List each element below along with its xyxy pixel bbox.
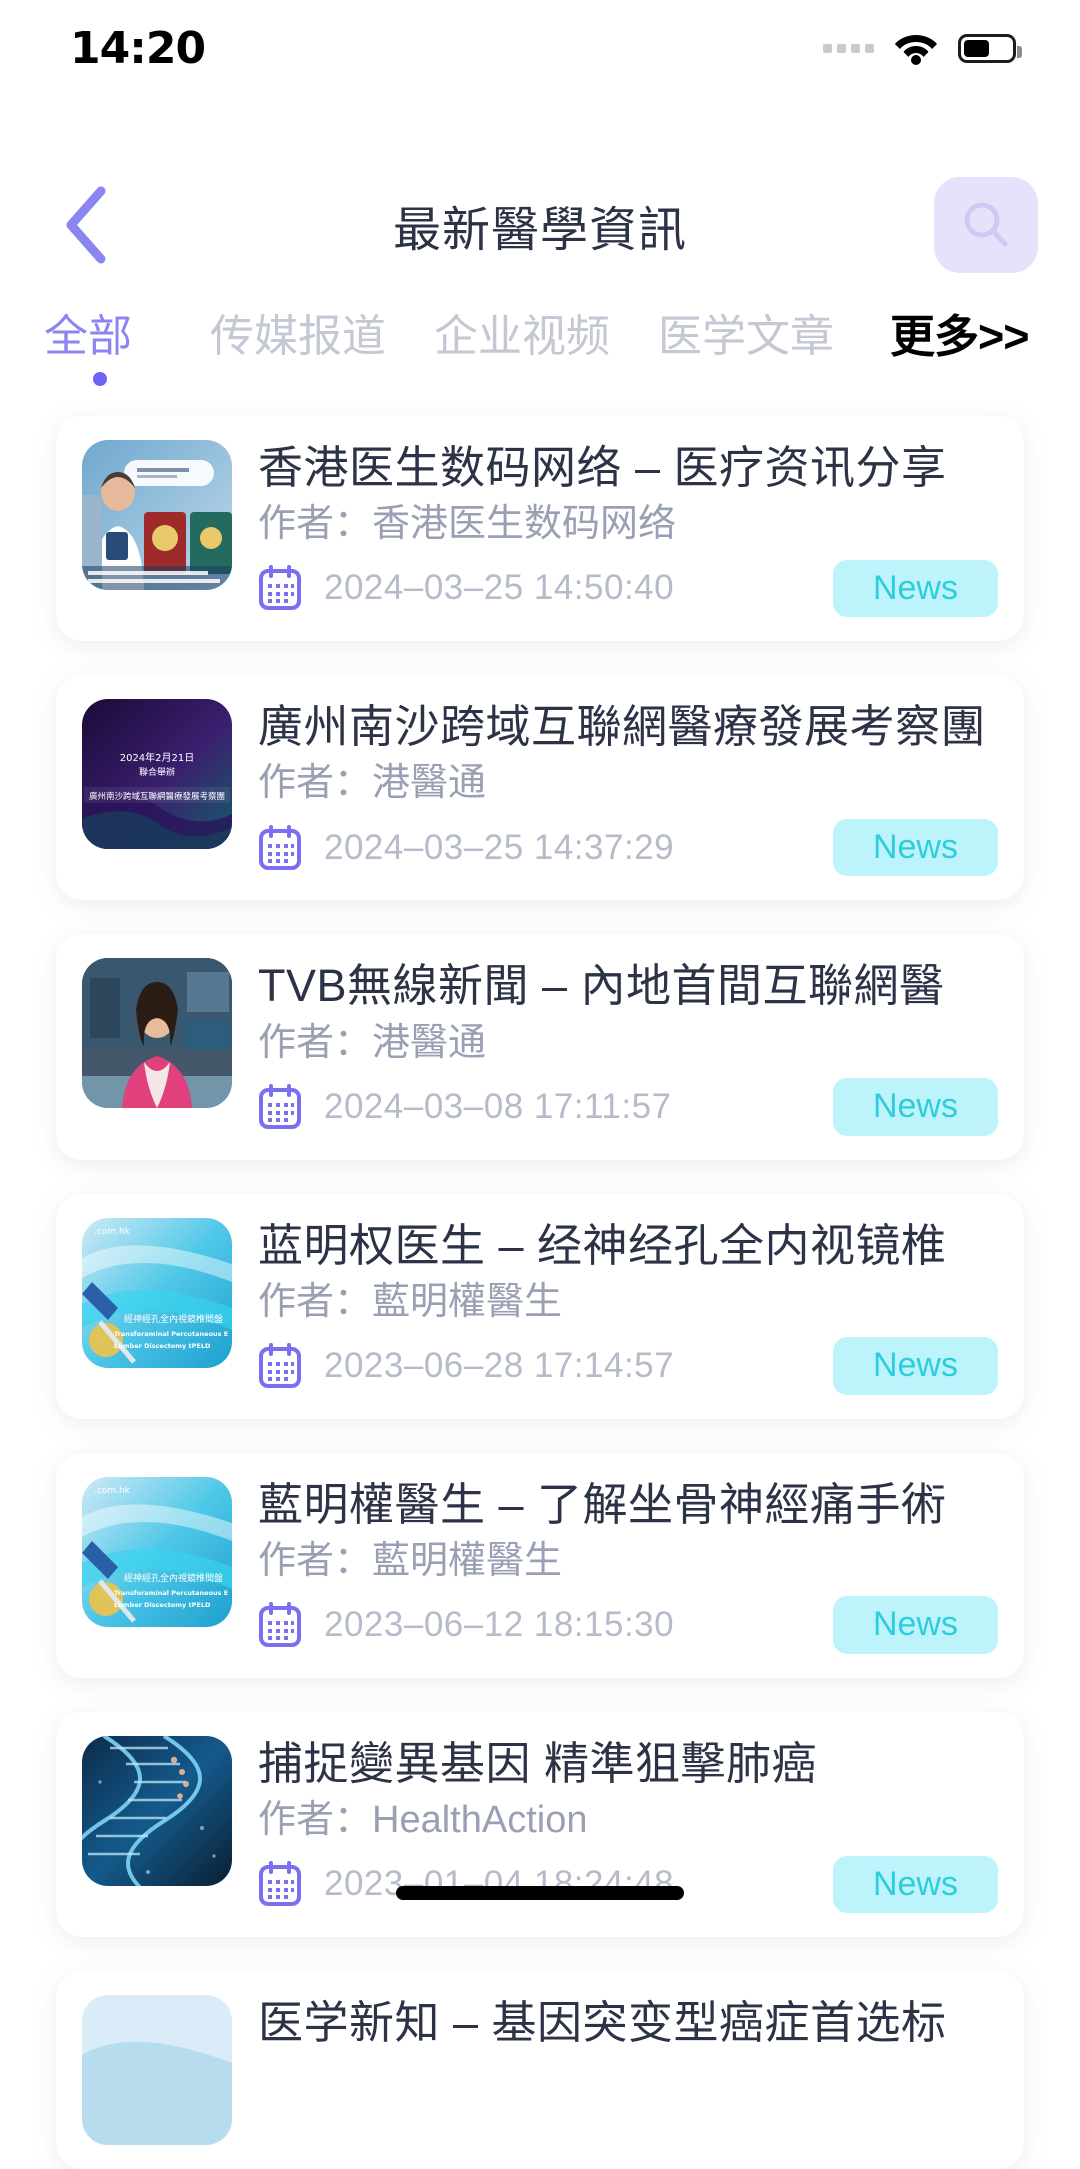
- article-meta: 2023–06–28 17:14:57 News: [258, 1337, 998, 1395]
- list-item[interactable]: 医学新知 – 基因突变型癌症首选标: [56, 1971, 1024, 2169]
- article-date: 2024–03–25 14:50:40: [324, 568, 675, 608]
- tv-news-anchor-thumbnail: [82, 958, 232, 1109]
- article-thumbnail: 2024年2月21日 聯合舉辦 廣州南沙跨域互聯網醫療發展考察團: [82, 699, 232, 850]
- article-list: 香港医生数码网络 – 医疗资讯分享 作者：香港医生数码网络 2024–03–25…: [0, 416, 1080, 2169]
- article-thumbnail: [82, 958, 232, 1109]
- article-author: 作者：藍明權醫生: [258, 1280, 563, 1323]
- tab-all[interactable]: 全部: [44, 306, 156, 386]
- list-item[interactable]: 捕捉變異基因 精準狙擊肺癌 作者：HealthAction 2023–01–04…: [56, 1711, 1024, 1938]
- article-meta: 2024–03–08 17:11:57 News: [258, 1078, 998, 1136]
- article-thumbnail: [82, 1995, 232, 2146]
- calendar-icon: [259, 565, 301, 611]
- svg-text:.com.hk: .com.hk: [94, 1486, 131, 1496]
- tab-medical-articles[interactable]: 医学文章: [634, 306, 858, 368]
- article-date: 2023–06–28 17:14:57: [324, 1345, 675, 1385]
- category-tabs: 全部 传媒报道 企业视频 医学文章 更多>>: [0, 306, 1080, 386]
- svg-text:2024年2月21日: 2024年2月21日: [120, 751, 195, 764]
- active-tab-indicator: [93, 372, 107, 386]
- article-content: 香港医生数码网络 – 医疗资讯分享 作者：香港医生数码网络 2024–03–25…: [258, 440, 998, 618]
- page-title: 最新醫學資訊: [392, 204, 687, 257]
- status-bar: 14:20: [0, 0, 1080, 96]
- calendar-icon: [259, 824, 301, 870]
- status-time: 14:20: [70, 22, 206, 74]
- article-date: 2023–06–12 18:15:30: [324, 1605, 675, 1645]
- article-title: 捕捉變異基因 精準狙擊肺癌: [258, 1737, 818, 1789]
- article-author: 作者：HealthAction: [258, 1799, 588, 1842]
- search-button[interactable]: [934, 177, 1038, 273]
- calendar-icon: [259, 1861, 301, 1907]
- article-title: 廣州南沙跨域互聯網醫療發展考察團: [258, 701, 987, 753]
- tab-more[interactable]: 更多>>: [866, 306, 1053, 368]
- status-badge: News: [832, 818, 998, 877]
- medical-news-thumbnail: [82, 1995, 232, 2146]
- list-item[interactable]: 香港医生数码网络 – 医疗资讯分享 作者：香港医生数码网络 2024–03–25…: [56, 416, 1024, 642]
- status-badge: News: [832, 1337, 998, 1395]
- home-indicator: [396, 1886, 684, 1900]
- app-header: 最新醫學資訊: [0, 150, 1080, 300]
- spine-surgery-blue-thumbnail: .com.hk 經神經孔全內視鏡椎間盤 Transforaminal Percu…: [82, 1217, 232, 1368]
- article-title: 香港医生数码网络 – 医疗资讯分享: [258, 442, 947, 493]
- article-thumbnail: .com.hk 經神經孔全內視鏡椎間盤 Transforaminal Percu…: [82, 1217, 232, 1368]
- calendar-icon: [259, 1083, 301, 1129]
- article-content: TVB無線新聞 – 內地首間互聯網醫 作者：港醫通 2024–03–08 17:…: [258, 958, 998, 1136]
- svg-text:經神經孔全內視鏡椎間盤: 經神經孔全內視鏡椎間盤: [124, 1572, 223, 1584]
- svg-text:Lumber Discectomy tPELD: Lumber Discectomy tPELD: [114, 1342, 211, 1350]
- tab-media-reports[interactable]: 传媒报道: [186, 306, 410, 368]
- article-meta: 2024–03–25 14:50:40 News: [258, 559, 998, 618]
- dna-helix-thumbnail: [82, 1735, 232, 1886]
- svg-text:Lumber Discectomy tPELD: Lumber Discectomy tPELD: [114, 1601, 211, 1609]
- status-badge: News: [832, 559, 998, 618]
- svg-text:Transforaminal Percutaneous E: Transforaminal Percutaneous E: [114, 1330, 228, 1338]
- article-meta: 2023–06–12 18:15:30 News: [258, 1596, 998, 1654]
- article-meta: 2023–01–04 18:24:48 News: [258, 1855, 998, 1914]
- calendar-icon: [259, 1342, 301, 1388]
- article-thumbnail: [82, 440, 232, 590]
- calendar-icon: [259, 1602, 301, 1648]
- article-content: 医学新知 – 基因突变型癌症首选标: [258, 1995, 998, 2049]
- battery-icon: [958, 33, 1022, 63]
- article-title: 藍明權醫生 – 了解坐骨神經痛手術: [258, 1478, 947, 1530]
- status-badge: News: [832, 1596, 998, 1654]
- chevron-left-icon: [66, 186, 106, 264]
- back-button[interactable]: [42, 177, 132, 273]
- article-meta: 2024–03–25 14:37:29 News: [258, 818, 998, 877]
- article-title: TVB無線新聞 – 內地首間互聯網醫: [258, 960, 945, 1012]
- svg-text:.com.hk: .com.hk: [94, 1227, 131, 1237]
- list-item[interactable]: 2024年2月21日 聯合舉辦 廣州南沙跨域互聯網醫療發展考察團 廣州南沙跨域互…: [56, 675, 1024, 901]
- wifi-icon: [895, 35, 937, 65]
- article-title: 蓝明权医生 – 经神经孔全内视镜椎: [258, 1219, 947, 1271]
- list-item[interactable]: TVB無線新聞 – 內地首間互聯網醫 作者：港醫通 2024–03–08 17:…: [56, 934, 1024, 1160]
- doctor-id-cards-thumbnail: [82, 440, 232, 590]
- article-thumbnail: .com.hk 經神經孔全內視鏡椎間盤 Transforaminal Percu…: [82, 1476, 232, 1627]
- article-author: 作者：藍明權醫生: [258, 1539, 563, 1582]
- article-date: 2024–03–25 14:37:29: [324, 827, 675, 867]
- purple-conference-poster-thumbnail: 2024年2月21日 聯合舉辦 廣州南沙跨域互聯網醫療發展考察團: [82, 699, 232, 850]
- list-item[interactable]: .com.hk 經神經孔全內視鏡椎間盤 Transforaminal Percu…: [56, 1452, 1024, 1678]
- status-badge: News: [832, 1078, 998, 1136]
- svg-text:聯合舉辦: 聯合舉辦: [139, 766, 175, 778]
- article-content: 藍明權醫生 – 了解坐骨神經痛手術 作者：藍明權醫生 2023–06–12 18…: [258, 1477, 998, 1654]
- svg-text:Transforaminal Percutaneous E: Transforaminal Percutaneous E: [114, 1589, 228, 1597]
- svg-text:經神經孔全內視鏡椎間盤: 經神經孔全內視鏡椎間盤: [124, 1313, 223, 1325]
- signal-dots-icon: [823, 43, 874, 53]
- status-indicators: [823, 31, 1022, 65]
- article-content: 蓝明权医生 – 经神经孔全内视镜椎 作者：藍明權醫生 2023–06–28 17…: [258, 1218, 998, 1395]
- search-icon: [964, 202, 1008, 247]
- tab-label: 医学文章: [658, 312, 834, 361]
- article-author: 作者：港醫通: [258, 1021, 487, 1064]
- list-item[interactable]: .com.hk 經神經孔全內視鏡椎間盤 Transforaminal Percu…: [56, 1193, 1024, 1419]
- status-badge: News: [832, 1855, 998, 1914]
- spine-surgery-blue-thumbnail: .com.hk 經神經孔全內視鏡椎間盤 Transforaminal Percu…: [82, 1476, 232, 1627]
- tab-label: 全部: [44, 312, 132, 361]
- svg-text:廣州南沙跨域互聯網醫療發展考察團: 廣州南沙跨域互聯網醫療發展考察團: [89, 791, 225, 802]
- tab-label: 传媒报道: [210, 312, 386, 361]
- article-title: 医学新知 – 基因突变型癌症首选标: [258, 1997, 947, 2049]
- article-author: 作者：港醫通: [258, 762, 487, 805]
- article-author: 作者：香港医生数码网络: [258, 503, 677, 546]
- article-thumbnail: [82, 1735, 232, 1886]
- article-date: 2024–03–08 17:11:57: [324, 1086, 672, 1126]
- article-content: 廣州南沙跨域互聯網醫療發展考察團 作者：港醫通 2024–03–25 14:37…: [258, 699, 998, 877]
- tab-enterprise-video[interactable]: 企业视频: [410, 306, 634, 368]
- tab-label: 企业视频: [434, 312, 610, 361]
